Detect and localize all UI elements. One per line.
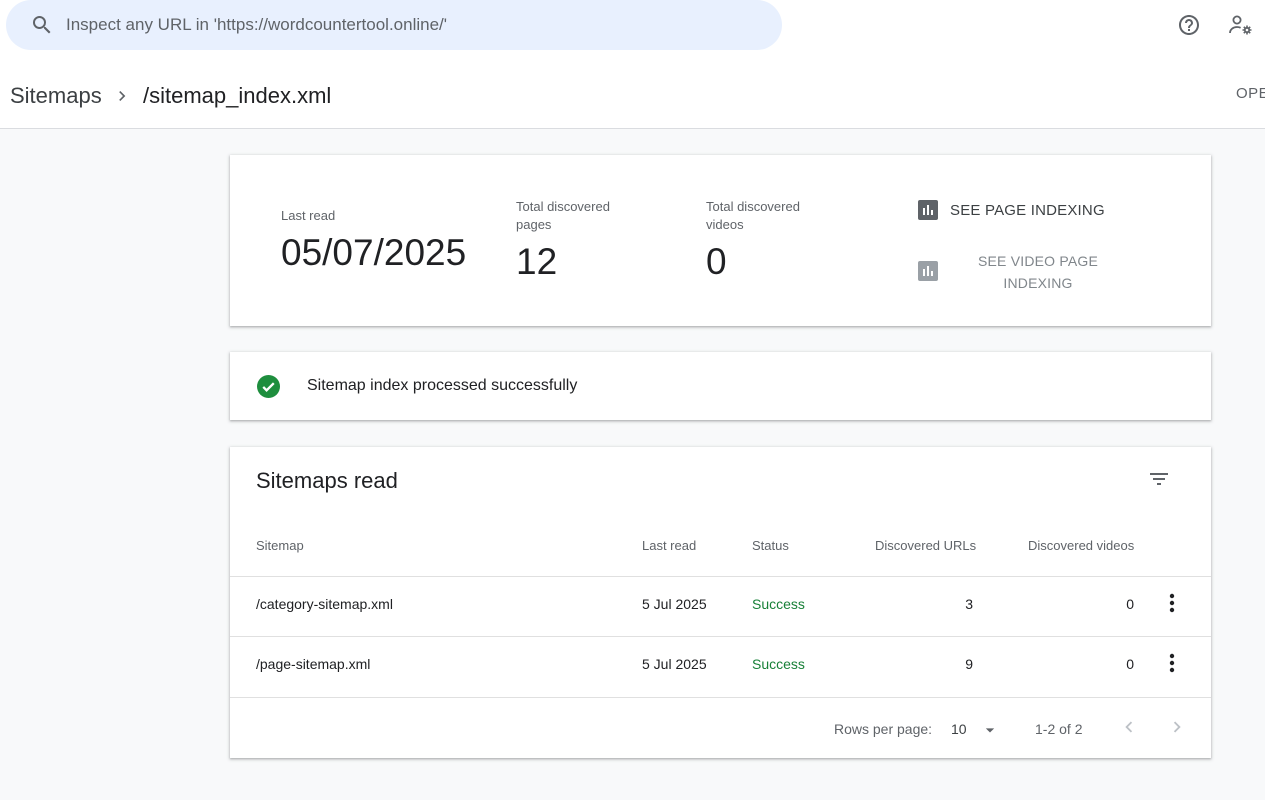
status-message: Sitemap index processed successfully (307, 377, 578, 394)
discovered-videos-value: 0 (1126, 596, 1134, 612)
status-value: Success (752, 656, 805, 672)
chevron-left-icon[interactable] (1118, 716, 1140, 738)
url-inspection-search[interactable] (6, 0, 782, 50)
bar-chart-icon (918, 261, 938, 281)
sitemap-path: /page-sitemap.xml (256, 656, 371, 672)
discovered-urls-value: 3 (965, 596, 973, 612)
top-bar (0, 0, 1265, 50)
search-input[interactable] (66, 10, 766, 40)
sitemap-path: /category-sitemap.xml (256, 596, 393, 612)
rows-per-page-select[interactable]: 10 (950, 714, 1002, 744)
table-row[interactable]: /category-sitemap.xml 5 Jul 2025 Success… (230, 576, 1211, 637)
bar-chart-icon (918, 200, 938, 220)
sitemaps-table-card: Sitemaps read Sitemap Last read Status D… (230, 447, 1211, 758)
total-videos-value: 0 (706, 241, 727, 282)
search-icon (33, 16, 51, 34)
user-settings-icon[interactable] (1228, 13, 1254, 37)
see-page-indexing-label[interactable]: SEE PAGE INDEXING (950, 202, 1105, 219)
column-header-last-read[interactable]: Last read (642, 538, 696, 553)
status-value: Success (752, 596, 805, 612)
breadcrumb-sitemaps[interactable]: Sitemaps (10, 83, 102, 109)
total-pages-value: 12 (516, 241, 558, 282)
table-pagination: Rows per page: 10 1-2 of 2 (230, 697, 1211, 758)
column-header-sitemap[interactable]: Sitemap (256, 538, 304, 553)
open-sitemap-link[interactable]: OPE (1236, 85, 1265, 102)
page-header: Sitemaps /sitemap_index.xml OPE (0, 50, 1265, 129)
rows-per-page-value: 10 (951, 721, 967, 737)
chevron-right-icon[interactable] (1166, 716, 1188, 738)
see-video-page-indexing-label[interactable]: SEE VIDEO PAGE INDEXING (970, 250, 1106, 294)
summary-card: Last read 05/07/2025 Total discovered pa… (230, 155, 1211, 326)
rows-per-page-label: Rows per page: (834, 721, 933, 737)
check-circle-icon (257, 375, 280, 398)
discovered-urls-value: 9 (965, 656, 973, 672)
chevron-right-icon (119, 91, 126, 101)
column-header-status[interactable]: Status (752, 538, 789, 553)
column-header-discovered-videos[interactable]: Discovered videos (1028, 538, 1134, 553)
total-videos-label: Total discovered videos (706, 199, 800, 232)
last-read-value: 05/07/2025 (281, 232, 467, 273)
status-card: Sitemap index processed successfully (230, 352, 1211, 420)
last-read-label: Last read (281, 208, 336, 223)
dropdown-arrow-icon (985, 728, 995, 733)
last-read-date: 5 Jul 2025 (642, 596, 707, 612)
last-read-date: 5 Jul 2025 (642, 656, 707, 672)
more-vert-icon[interactable] (1162, 651, 1182, 675)
filter-icon[interactable] (1147, 467, 1171, 491)
total-pages-label: Total discovered pages (516, 199, 610, 232)
breadcrumb-current: /sitemap_index.xml (143, 83, 332, 108)
table-row[interactable]: /page-sitemap.xml 5 Jul 2025 Success 9 0 (230, 636, 1211, 697)
pagination-range: 1-2 of 2 (1035, 721, 1083, 737)
table-title: Sitemaps read (256, 468, 398, 493)
more-vert-icon[interactable] (1162, 591, 1182, 615)
help-icon[interactable] (1177, 13, 1201, 37)
discovered-videos-value: 0 (1126, 656, 1134, 672)
column-header-discovered-urls[interactable]: Discovered URLs (875, 538, 976, 553)
